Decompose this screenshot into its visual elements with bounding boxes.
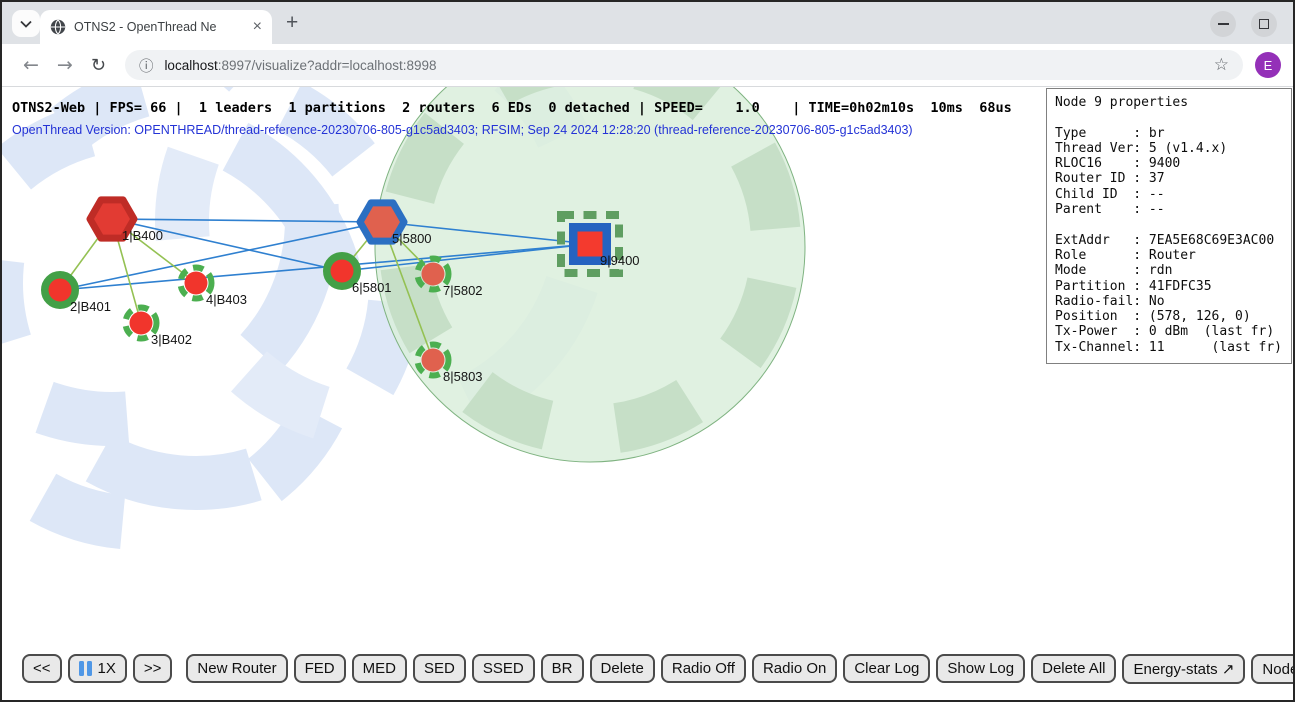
button-label: SSED [483,660,524,677]
node-properties-text: Node 9 properties Type : br Thread Ver: … [1055,95,1283,355]
clear-log-button[interactable]: Clear Log [843,654,930,683]
node-label-8: 8|5803 [443,369,483,384]
url-path: :8997/visualize?addr=localhost:8998 [218,58,437,73]
minimize-icon [1218,23,1229,25]
button-label: MED [363,660,396,677]
version-line: OpenThread Version: OPENTHREAD/thread-re… [12,123,913,137]
energy-stats-button[interactable]: Energy-stats ↗ [1122,654,1245,684]
button-label: >> [144,660,162,677]
pause-icon [79,661,92,676]
node-inner-square [578,232,603,257]
network-node-2[interactable] [49,279,72,302]
radio-on-button[interactable]: Radio On [752,654,837,683]
chevron-down-icon [20,20,32,28]
globe-favicon-icon [50,19,66,35]
node-properties-panel: Node 9 properties Type : br Thread Ver: … [1046,88,1292,364]
button-label: << [33,660,51,677]
button-label: FED [305,660,335,677]
site-info-icon[interactable]: ⓘ [139,55,154,76]
button-label: Clear Log [854,660,919,677]
ssed-button[interactable]: SSED [472,654,535,683]
simulation-canvas-area: 1|B400 2|B401 3|B402 4|B403 5|5800 6|5801 7|58… [2,87,1293,650]
reload-button[interactable]: ↻ [91,55,106,76]
button-label: Energy-stats ↗ [1133,660,1234,678]
rewind-button[interactable]: << [22,654,62,683]
maximize-button[interactable] [1251,11,1277,37]
button-label: Delete [601,660,644,677]
minimize-button[interactable] [1210,11,1236,37]
node-label-7: 7|5802 [443,283,483,298]
network-node-8[interactable] [422,349,445,372]
network-node-6[interactable] [331,260,354,283]
show-log-button[interactable]: Show Log [936,654,1025,683]
browser-window: OTNS2 - OpenThread Ne × + ← → ↻ ⓘ localh… [0,0,1295,702]
button-label: Radio Off [672,660,735,677]
forward-button[interactable]: → [57,54,73,76]
browser-tab[interactable]: OTNS2 - OpenThread Ne × [40,10,272,44]
url-host: localhost [164,58,217,73]
button-label: New Router [197,660,276,677]
node-label-3: 3|B402 [151,332,192,347]
med-button[interactable]: MED [352,654,407,683]
node-label-9: 9|9400 [600,253,640,268]
radio-off-button[interactable]: Radio Off [661,654,746,683]
tab-strip: OTNS2 - OpenThread Ne × + [2,2,1293,44]
button-label: SED [424,660,455,677]
fed-button[interactable]: FED [294,654,346,683]
button-label: Radio On [763,660,826,677]
button-label: Show Log [947,660,1014,677]
maximize-icon [1259,19,1269,29]
back-button[interactable]: ← [23,54,39,76]
node-label-2: 2|B401 [70,299,111,314]
node-label-6: 6|5801 [352,280,392,295]
new-tab-button[interactable]: + [286,11,298,35]
br-button[interactable]: BR [541,654,584,683]
new-router-button[interactable]: New Router [186,654,287,683]
speed-button[interactable]: 1X [68,654,127,683]
browser-toolbar: ← → ↻ ⓘ localhost :8997/visualize?addr=l… [2,44,1293,87]
tab-title: OTNS2 - OpenThread Ne [74,20,243,34]
sed-button[interactable]: SED [413,654,466,683]
window-controls [1210,11,1277,37]
status-line: OTNS2-Web | FPS= 66 | 1 leaders 1 partit… [12,100,1012,116]
button-label: 1X [98,660,116,677]
network-node-7[interactable] [422,263,445,286]
node-label-1: 1|B400 [122,228,163,243]
node-label-5: 5|5800 [392,231,432,246]
node-label-4: 4|B403 [206,292,247,307]
delete-all-button[interactable]: Delete All [1031,654,1116,683]
button-label: BR [552,660,573,677]
delete-button[interactable]: Delete [590,654,655,683]
address-bar[interactable]: ⓘ localhost :8997/visualize?addr=localho… [125,50,1243,80]
node-stats-button[interactable]: Node-stats ↗ [1251,654,1295,684]
network-node-3[interactable] [130,312,153,335]
bookmark-star-icon[interactable]: ☆ [1214,55,1229,75]
tab-search-button[interactable] [12,10,40,37]
button-label: Delete All [1042,660,1105,677]
button-label: Node-stats ↗ [1262,660,1295,678]
fast-forward-button[interactable]: >> [133,654,173,683]
tab-close-icon[interactable]: × [253,19,262,35]
profile-avatar[interactable]: E [1255,52,1281,78]
network-node-4[interactable] [185,272,208,295]
bottom-toolbar: << 1X >> New Router FED MED SED SSED BR Delete Rad… [2,650,1293,702]
